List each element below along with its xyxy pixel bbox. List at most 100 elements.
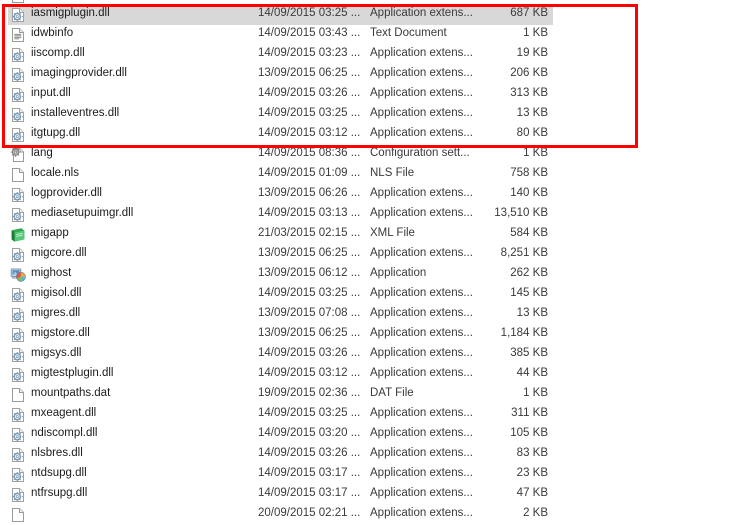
file-date-modified: 14/09/2015 03:25 ... bbox=[258, 7, 361, 19]
table-row[interactable]: iiscomp.dll 14/09/2015 03:23 ... Applicati… bbox=[0, 45, 750, 65]
file-date-modified: 14/09/2015 03:25 ... bbox=[258, 407, 361, 419]
file-name: ndiscompl.dll bbox=[31, 427, 98, 439]
file-name: imagingprovider.dll bbox=[31, 67, 127, 79]
table-row[interactable]: imagingprovider.dll 13/09/2015 06:25 ... A… bbox=[0, 65, 750, 85]
file-name: migcore.dll bbox=[31, 247, 87, 259]
table-row[interactable]: ndiscompl.dll 14/09/2015 03:20 ... Applica… bbox=[0, 425, 750, 445]
file-size: 19 KB bbox=[516, 47, 548, 59]
file-size: 313 KB bbox=[510, 87, 548, 99]
file-name: migtestplugin.dll bbox=[31, 367, 114, 379]
dll-icon bbox=[10, 47, 26, 63]
file-size: 1,184 KB bbox=[500, 327, 548, 339]
file-size: 584 KB bbox=[510, 227, 548, 239]
dll-icon bbox=[10, 107, 26, 123]
table-row[interactable]: migres.dll 13/09/2015 07:08 ... Applicatio… bbox=[0, 305, 750, 325]
file-name: input.dll bbox=[31, 87, 71, 99]
config-file-icon bbox=[10, 0, 26, 4]
file-name: lang bbox=[31, 147, 53, 159]
table-row[interactable]: locale.nls 14/09/2015 01:09 ... NLS File 75… bbox=[0, 165, 750, 185]
file-explorer-details-view: type.ini.properties 14/09/2015 03:25 ...… bbox=[0, 0, 750, 522]
file-size: 758 KB bbox=[510, 167, 548, 179]
table-row[interactable]: mxeagent.dll 14/09/2015 03:25 ... Applicat… bbox=[0, 405, 750, 425]
dll-icon bbox=[10, 87, 26, 103]
table-row[interactable]: ntfrsupg.dll 14/09/2015 03:17 ... Applicat… bbox=[0, 485, 750, 505]
file-size: 140 KB bbox=[510, 187, 548, 199]
dll-icon bbox=[10, 427, 26, 443]
file-date-modified: 14/09/2015 03:17 ... bbox=[258, 487, 361, 499]
file-date-modified: 14/09/2015 03:26 ... bbox=[258, 87, 361, 99]
blank-page-icon bbox=[10, 167, 26, 183]
table-row[interactable]: itgtupg.dll 14/09/2015 03:12 ... Applicati… bbox=[0, 125, 750, 145]
file-date-modified: 14/09/2015 01:09 ... bbox=[258, 167, 361, 179]
table-row[interactable]: migstore.dll 13/09/2015 06:25 ... Applicat… bbox=[0, 325, 750, 345]
file-name: migsys.dll bbox=[31, 347, 82, 359]
dll-icon bbox=[10, 307, 26, 323]
table-row[interactable]: mountpaths.dat 19/09/2015 02:36 ... DAT Fi… bbox=[0, 385, 750, 405]
table-row[interactable]: migcore.dll 13/09/2015 06:25 ... Applicati… bbox=[0, 245, 750, 265]
file-size: 385 KB bbox=[510, 347, 548, 359]
dll-icon bbox=[10, 327, 26, 343]
dll-icon bbox=[10, 407, 26, 423]
table-row[interactable]: migapp 21/03/2015 02:15 ... XML File 584 KB bbox=[0, 225, 750, 245]
dll-icon bbox=[10, 127, 26, 143]
file-list[interactable]: iasmigplugin.dll 14/09/2015 03:25 ... Appl… bbox=[0, 5, 750, 525]
file-date-modified: 13/09/2015 06:25 ... bbox=[258, 67, 361, 79]
table-row[interactable]: migsys.dll 14/09/2015 03:26 ... Applicatio… bbox=[0, 345, 750, 365]
file-date-modified: 14/09/2015 03:17 ... bbox=[258, 467, 361, 479]
text-document-icon bbox=[10, 27, 26, 43]
file-date-modified: 14/09/2015 08:36 ... bbox=[258, 147, 361, 159]
file-date-modified: 13/09/2015 06:12 ... bbox=[258, 267, 361, 279]
table-row[interactable]: idwbinfo 14/09/2015 03:43 ... Text Documen… bbox=[0, 25, 750, 45]
file-size: 1 KB bbox=[523, 27, 548, 39]
file-size: 13,510 KB bbox=[494, 207, 548, 219]
table-row[interactable]: iasmigplugin.dll 14/09/2015 03:25 ... Appl… bbox=[0, 5, 750, 25]
file-size: 206 KB bbox=[510, 67, 548, 79]
partial-row-bottom[interactable]: 20/09/2015 02:21 ... Application extens..… bbox=[0, 505, 750, 525]
table-row[interactable]: mediasetupuimgr.dll 14/09/2015 03:13 ... A… bbox=[0, 205, 750, 225]
file-date-modified: 14/09/2015 03:13 ... bbox=[258, 207, 361, 219]
file-type: Application bbox=[370, 267, 427, 279]
file-date-modified: 14/09/2015 03:25 ... bbox=[258, 287, 361, 299]
file-size: 105 KB bbox=[510, 427, 548, 439]
file-size: 687 KB bbox=[510, 7, 548, 19]
file-date-modified: 14/09/2015 03:23 ... bbox=[258, 47, 361, 59]
dll-icon bbox=[10, 67, 26, 83]
file-date-modified: 21/03/2015 02:15 ... bbox=[258, 227, 361, 239]
file-size: 13 KB bbox=[516, 307, 548, 319]
dll-icon bbox=[10, 447, 26, 463]
file-name: logprovider.dll bbox=[31, 187, 102, 199]
file-date-modified: 14/09/2015 03:12 ... bbox=[258, 367, 361, 379]
table-row[interactable]: nlsbres.dll 14/09/2015 03:26 ... Applicati… bbox=[0, 445, 750, 465]
file-date-modified: 13/09/2015 06:26 ... bbox=[258, 187, 361, 199]
file-name: ntdsupg.dll bbox=[31, 467, 87, 479]
file-name: mountpaths.dat bbox=[31, 387, 111, 399]
file-name: migisol.dll bbox=[31, 287, 82, 299]
table-row[interactable]: lang 14/09/2015 08:36 ... Configuration se… bbox=[0, 145, 750, 165]
file-size: 47 KB bbox=[516, 487, 548, 499]
table-row[interactable]: input.dll 14/09/2015 03:26 ... Application… bbox=[0, 85, 750, 105]
file-date-modified: 20/09/2015 02:21 ... bbox=[258, 507, 361, 519]
file-size: 80 KB bbox=[516, 127, 548, 139]
table-row[interactable]: mighost 13/09/2015 06:12 ... Application 26… bbox=[0, 265, 750, 285]
dll-icon bbox=[10, 287, 26, 303]
file-size: 83 KB bbox=[516, 447, 548, 459]
table-row[interactable]: logprovider.dll 13/09/2015 06:26 ... Appli… bbox=[0, 185, 750, 205]
file-date-modified: 13/09/2015 06:25 ... bbox=[258, 327, 361, 339]
dll-icon bbox=[10, 207, 26, 223]
file-size: 8,251 KB bbox=[500, 247, 548, 259]
blank-page-icon bbox=[10, 387, 26, 403]
dll-icon bbox=[10, 467, 26, 483]
file-size: 44 KB bbox=[516, 367, 548, 379]
table-row[interactable]: installeventres.dll 14/09/2015 03:25 ... A… bbox=[0, 105, 750, 125]
file-size: 262 KB bbox=[510, 267, 548, 279]
file-name: mighost bbox=[31, 267, 72, 279]
file-date-modified: 14/09/2015 03:25 ... bbox=[258, 107, 361, 119]
table-row[interactable]: ntdsupg.dll 14/09/2015 03:17 ... Applicati… bbox=[0, 465, 750, 485]
file-name: mxeagent.dll bbox=[31, 407, 97, 419]
file-name: idwbinfo bbox=[31, 27, 74, 39]
file-date-modified: 14/09/2015 03:20 ... bbox=[258, 427, 361, 439]
table-row[interactable]: migtestplugin.dll 14/09/2015 03:12 ... App… bbox=[0, 365, 750, 385]
blank-page-icon bbox=[10, 507, 26, 523]
dll-icon bbox=[10, 247, 26, 263]
table-row[interactable]: migisol.dll 14/09/2015 03:25 ... Applicati… bbox=[0, 285, 750, 305]
